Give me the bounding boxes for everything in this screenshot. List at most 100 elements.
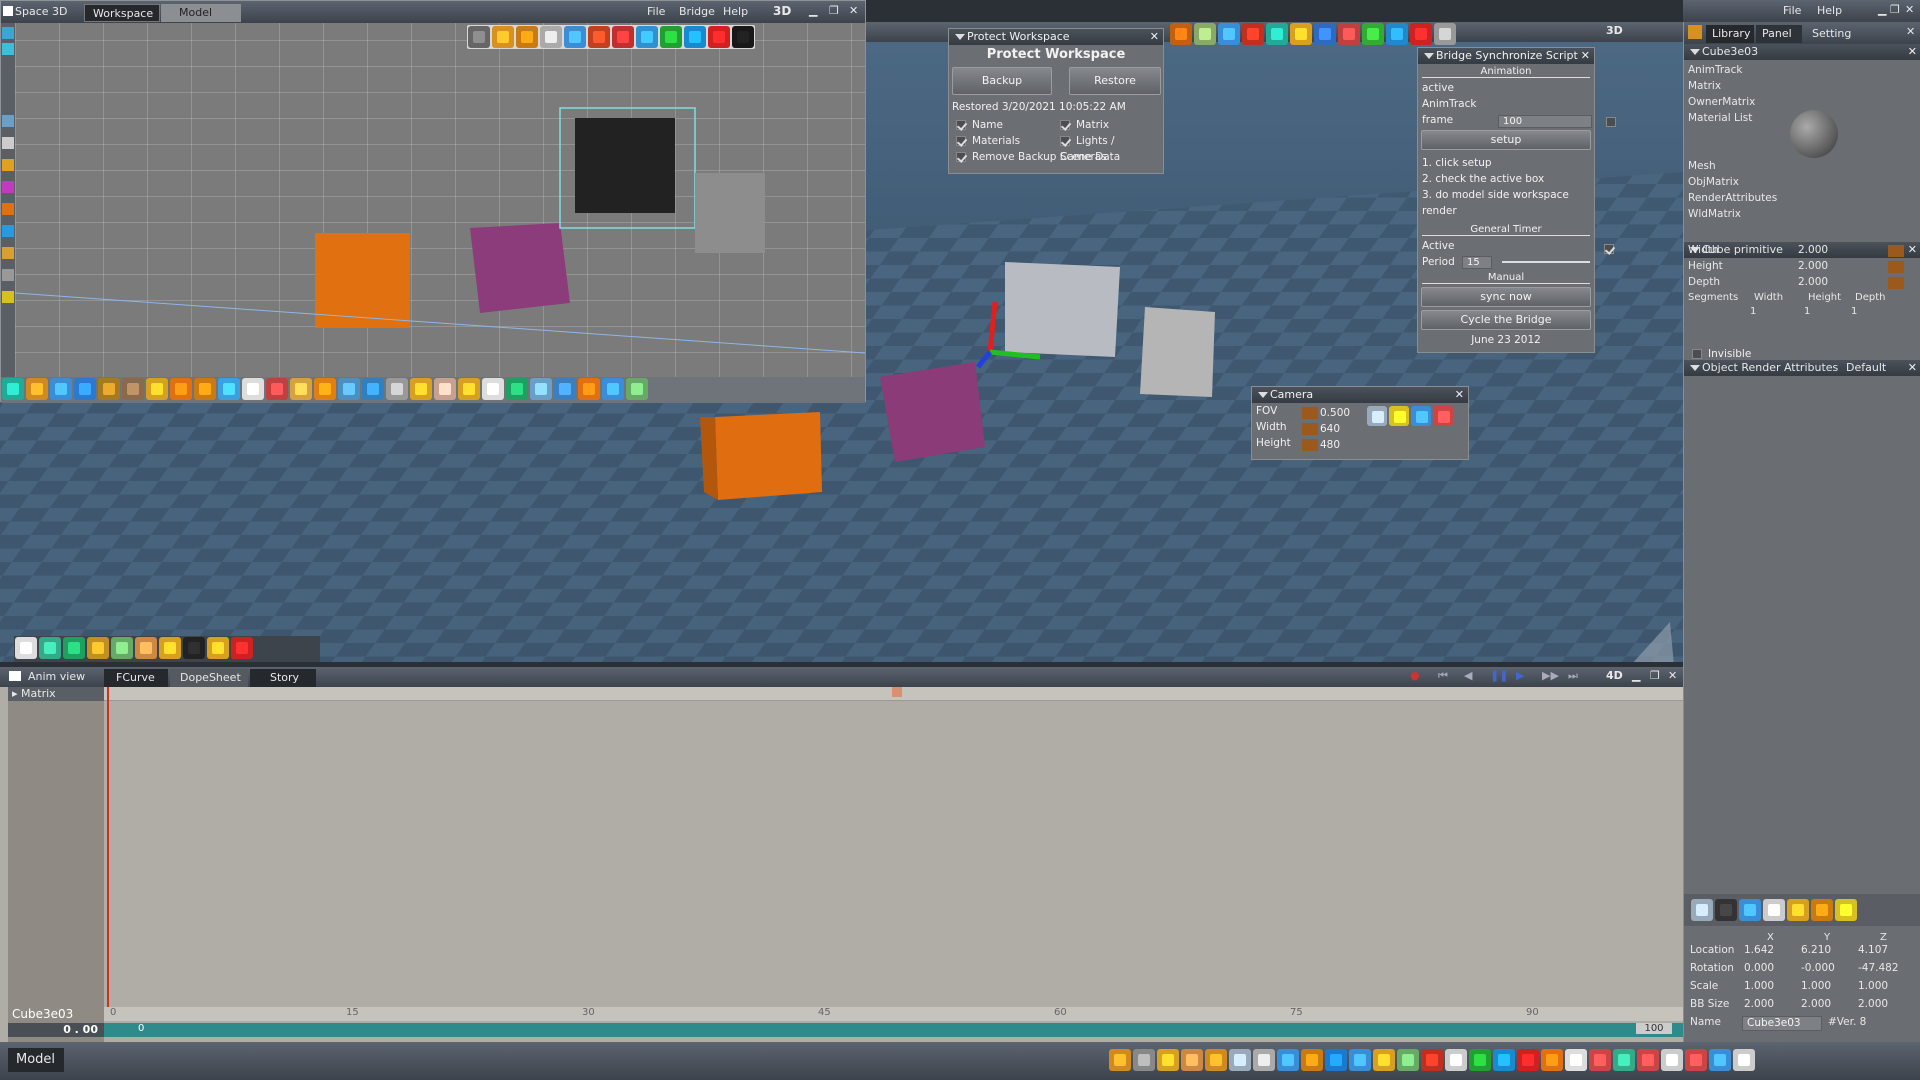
tool-icon[interactable] bbox=[564, 26, 586, 48]
tool-icon[interactable] bbox=[1589, 1049, 1611, 1071]
restore-button[interactable]: Restore bbox=[1069, 67, 1161, 95]
invisible-row[interactable]: Invisible bbox=[1688, 346, 1751, 362]
frame-input[interactable]: 100 bbox=[1498, 115, 1592, 128]
tool-icon[interactable] bbox=[410, 378, 432, 400]
period-slider[interactable] bbox=[1502, 261, 1590, 263]
tool-icon[interactable] bbox=[2, 137, 14, 149]
tool-icon[interactable] bbox=[87, 637, 109, 659]
pause-icon[interactable]: ❚❚ bbox=[1490, 669, 1508, 682]
checkbox[interactable] bbox=[956, 152, 966, 162]
tool-icon[interactable] bbox=[2, 159, 14, 171]
render-attr-header[interactable]: Object Render Attributes Default ✕ bbox=[1684, 360, 1920, 376]
backup-button[interactable]: Backup bbox=[952, 67, 1052, 95]
checkbox[interactable] bbox=[1060, 136, 1070, 146]
tool-icon[interactable] bbox=[1386, 23, 1408, 45]
value-z[interactable]: 1.000 bbox=[1858, 980, 1888, 992]
skip-end-icon[interactable]: ⏭ bbox=[1568, 669, 1578, 683]
value-y[interactable]: 2.000 bbox=[1801, 998, 1831, 1010]
range-start[interactable]: 0 bbox=[138, 1023, 144, 1034]
tool-icon[interactable] bbox=[218, 378, 240, 400]
tool-icon[interactable] bbox=[602, 378, 624, 400]
seg-value[interactable]: 1 bbox=[1804, 306, 1810, 317]
tool-icon[interactable] bbox=[135, 637, 157, 659]
tool-icon[interactable] bbox=[1709, 1049, 1731, 1071]
tool-icon[interactable] bbox=[314, 378, 336, 400]
tool-icon[interactable] bbox=[1325, 1049, 1347, 1071]
mode-3d-label[interactable]: 3D bbox=[773, 4, 791, 18]
tool-icon[interactable] bbox=[636, 26, 658, 48]
tool-icon[interactable] bbox=[626, 378, 648, 400]
tool-icon[interactable] bbox=[1362, 23, 1384, 45]
tool-icon[interactable] bbox=[242, 378, 264, 400]
close-icon[interactable]: ✕ bbox=[849, 4, 858, 17]
tool-icon[interactable] bbox=[159, 637, 181, 659]
tool-icon[interactable] bbox=[506, 378, 528, 400]
main-mode-label[interactable]: 3D bbox=[1606, 24, 1623, 37]
tool-icon[interactable] bbox=[63, 637, 85, 659]
render-default[interactable]: Default bbox=[1846, 360, 1886, 376]
close-icon[interactable]: ✕ bbox=[1908, 44, 1917, 60]
tab-setting[interactable]: Setting bbox=[1804, 25, 1858, 43]
value-x[interactable]: 0.000 bbox=[1744, 962, 1774, 974]
camera-header[interactable]: Camera ✕ bbox=[1252, 387, 1468, 403]
step-forward-icon[interactable]: ▶▶ bbox=[1542, 669, 1559, 682]
tool-icon[interactable] bbox=[1373, 1049, 1395, 1071]
tool-icon[interactable] bbox=[2, 225, 14, 237]
playhead[interactable] bbox=[107, 687, 109, 1007]
minimize-icon[interactable]: ▁ bbox=[1878, 3, 1886, 16]
invisible-checkbox[interactable] bbox=[1692, 349, 1702, 359]
material-sphere[interactable] bbox=[1790, 110, 1838, 158]
frame-icon[interactable] bbox=[540, 26, 562, 48]
tab-workspace[interactable]: Workspace bbox=[84, 4, 160, 22]
tool-icon[interactable] bbox=[1338, 23, 1360, 45]
tool-icon[interactable] bbox=[266, 378, 288, 400]
tool-icon[interactable] bbox=[1181, 1049, 1203, 1071]
tab-panel[interactable]: Panel bbox=[1756, 25, 1802, 43]
tab-dopesheet[interactable]: DopeSheet bbox=[170, 669, 248, 687]
close-icon[interactable]: ✕ bbox=[1905, 3, 1914, 16]
checkbox[interactable] bbox=[1060, 120, 1070, 130]
z-axis-icon[interactable] bbox=[1517, 1049, 1539, 1071]
tool-icon[interactable] bbox=[482, 378, 504, 400]
tool-icon[interactable] bbox=[1410, 23, 1432, 45]
tab-library[interactable]: Library bbox=[1706, 25, 1754, 43]
tool-icon[interactable] bbox=[588, 26, 610, 48]
tool-icon[interactable] bbox=[1266, 23, 1288, 45]
value-z[interactable]: 2.000 bbox=[1858, 998, 1888, 1010]
tool-icon[interactable] bbox=[50, 378, 72, 400]
name-input[interactable]: Cube3e03 bbox=[1742, 1016, 1822, 1031]
tab-model[interactable]: Model bbox=[161, 4, 241, 22]
value-z[interactable]: 4.107 bbox=[1858, 944, 1888, 956]
ring-icon[interactable] bbox=[183, 637, 205, 659]
tool-icon[interactable] bbox=[1194, 23, 1216, 45]
tool-icon[interactable] bbox=[290, 378, 312, 400]
seg-value[interactable]: 1 bbox=[1750, 306, 1756, 317]
object-header[interactable]: Cube3e03 ✕ bbox=[1684, 44, 1920, 60]
checkbox[interactable] bbox=[956, 136, 966, 146]
close-icon[interactable]: ✕ bbox=[1668, 669, 1677, 682]
folder-icon[interactable] bbox=[492, 26, 514, 48]
tool-icon[interactable] bbox=[1685, 1049, 1707, 1071]
timeline-ruler[interactable]: 0 15 30 45 60 75 90 bbox=[104, 1007, 1683, 1021]
tool-icon[interactable] bbox=[1170, 23, 1192, 45]
option-name[interactable]: Name bbox=[952, 117, 1003, 133]
stepper-icon[interactable] bbox=[1888, 245, 1904, 257]
play-icon[interactable]: ▶ bbox=[1516, 669, 1524, 682]
z-axis-icon[interactable] bbox=[708, 26, 730, 48]
render-icon[interactable] bbox=[1715, 899, 1737, 921]
sync-now-button[interactable]: sync now bbox=[1421, 287, 1591, 307]
tool-icon[interactable] bbox=[1434, 23, 1456, 45]
cycle-bridge-button[interactable]: Cycle the Bridge bbox=[1421, 310, 1591, 330]
tool-icon[interactable] bbox=[2, 291, 14, 303]
tool-icon[interactable] bbox=[468, 26, 490, 48]
tool-icon[interactable] bbox=[111, 637, 133, 659]
tool-icon[interactable] bbox=[1277, 1049, 1299, 1071]
value-z[interactable]: -47.482 bbox=[1858, 962, 1899, 974]
tool-icon[interactable] bbox=[1301, 1049, 1323, 1071]
tab-fcurve[interactable]: FCurve bbox=[104, 669, 168, 687]
value-y[interactable]: 6.210 bbox=[1801, 944, 1831, 956]
close-icon[interactable]: ✕ bbox=[1908, 360, 1917, 376]
tool-icon[interactable] bbox=[1133, 1049, 1155, 1071]
tool-icon[interactable] bbox=[1290, 23, 1312, 45]
x-axis-icon[interactable] bbox=[660, 26, 682, 48]
